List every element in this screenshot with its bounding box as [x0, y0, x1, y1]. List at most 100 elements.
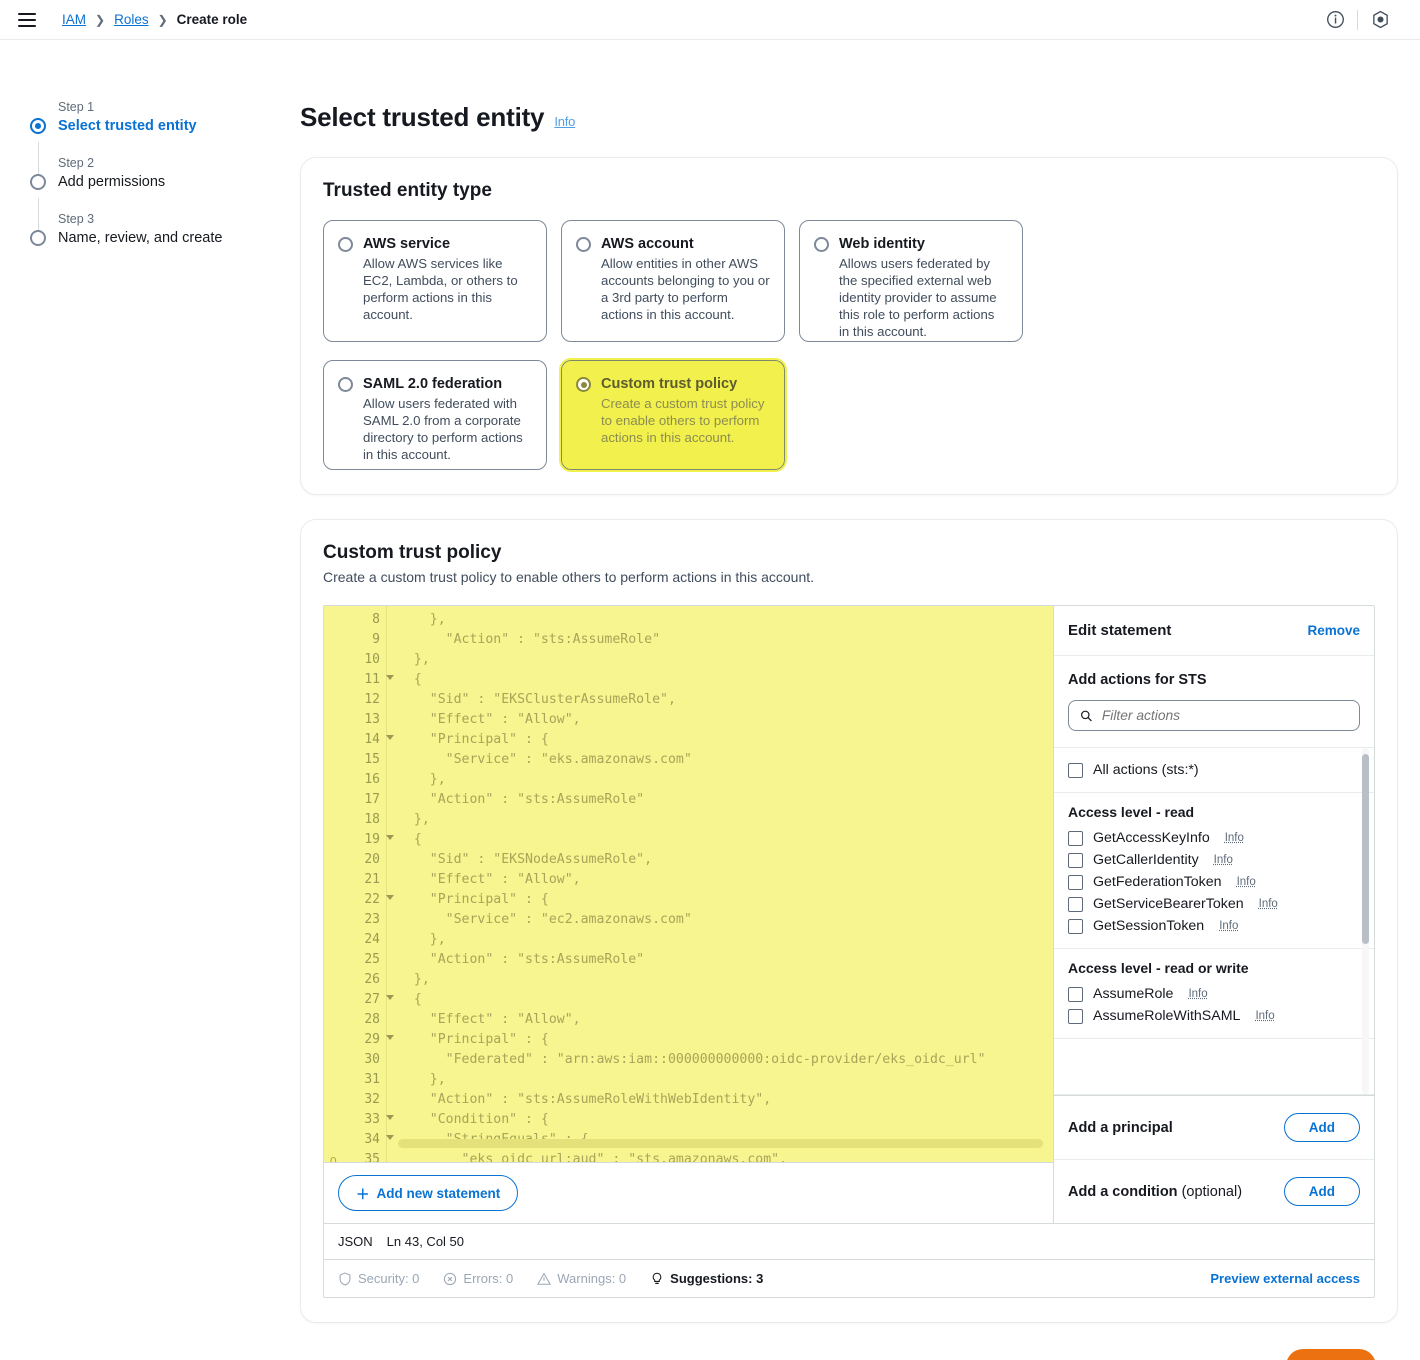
checkbox-row-assumerolewithsaml[interactable]: AssumeRoleWithSAML Info [1068, 1005, 1360, 1027]
editor-language: JSON [338, 1234, 373, 1249]
breadcrumb-item-iam[interactable]: IAM [62, 12, 86, 27]
step-radio-icon [30, 174, 46, 190]
checkbox-icon[interactable] [1068, 874, 1083, 890]
sidebar-step-2[interactable]: Step 2 Add permissions [22, 154, 300, 210]
step-label: Name, review, and create [58, 230, 223, 246]
fold-arrow-icon[interactable] [386, 895, 394, 900]
fold-arrow-icon[interactable] [386, 995, 394, 1000]
line-number: 19 [324, 830, 394, 850]
status-warnings[interactable]: Warnings: 0 [537, 1271, 626, 1286]
code-line: 17 "Action" : "sts:AssumeRole" [324, 790, 1053, 810]
radio-icon[interactable] [576, 237, 591, 252]
checkbox-row-getservicebearertoken[interactable]: GetServiceBearerToken Info [1068, 893, 1360, 915]
next-button[interactable]: Next [1285, 1349, 1376, 1360]
tile-custom-trust-policy[interactable]: Custom trust policy Create a custom trus… [559, 358, 787, 472]
code-line: 22 "Principal" : { [324, 890, 1053, 910]
actions-scrollbar-thumb[interactable] [1362, 754, 1369, 944]
info-circle-icon[interactable] [1313, 0, 1357, 40]
code-line-text: "Principal" : { [398, 892, 549, 907]
code-line-text: { [398, 672, 422, 687]
tile-aws-service[interactable]: AWS service Allow AWS services like EC2,… [323, 220, 547, 342]
checkbox-row-assumerole[interactable]: AssumeRole Info [1068, 983, 1360, 1005]
tile-title: AWS service [363, 236, 451, 252]
checkbox-row-all-actions[interactable]: All actions (sts:*) [1068, 759, 1360, 781]
tile-web-identity[interactable]: Web identity Allows users federated by t… [799, 220, 1023, 342]
policy-editor: 8 }, 9 "Action" : "sts:AssumeRole" 10 }, 11… [323, 605, 1375, 1298]
radio-icon[interactable] [814, 237, 829, 252]
code-line-text: "Effect" : "Allow", [398, 712, 581, 727]
checkbox-icon[interactable] [1068, 1008, 1083, 1024]
fold-arrow-icon[interactable] [386, 675, 394, 680]
info-link[interactable]: Info [1188, 988, 1207, 1000]
filter-actions-search[interactable] [1068, 700, 1360, 731]
add-principal-button[interactable]: Add [1283, 1113, 1360, 1142]
checkbox-row-getfederationtoken[interactable]: GetFederationToken Info [1068, 871, 1360, 893]
code-editor[interactable]: 8 }, 9 "Action" : "sts:AssumeRole" 10 }, 11… [324, 606, 1053, 1162]
info-link[interactable]: Info [1237, 876, 1256, 888]
code-line: 20 "Sid" : "EKSNodeAssumeRole", [324, 850, 1053, 870]
checkbox-row-getcalleridentity[interactable]: GetCallerIdentity Info [1068, 849, 1360, 871]
fold-arrow-icon[interactable] [386, 735, 394, 740]
checkbox-icon[interactable] [1068, 762, 1083, 778]
sidebar-step-3[interactable]: Step 3 Name, review, and create [22, 210, 300, 266]
add-new-statement-button[interactable]: ＋ Add new statement [338, 1175, 519, 1211]
step-radio-icon [30, 118, 46, 134]
breadcrumb-item-roles[interactable]: Roles [114, 12, 149, 27]
plus-icon: ＋ [356, 1187, 370, 1202]
line-number: 32 [364, 1092, 380, 1107]
trusted-entity-card: Trusted entity type AWS service Allow AW… [300, 157, 1398, 495]
checkbox-icon[interactable] [1068, 986, 1083, 1002]
editor-footer: ＋ Add new statement [324, 1162, 1053, 1223]
info-link[interactable]: Info [1219, 920, 1238, 932]
line-number: 9 [372, 632, 380, 647]
status-security[interactable]: Security: 0 [338, 1271, 419, 1286]
checkbox-icon[interactable] [1068, 830, 1083, 846]
radio-icon[interactable] [576, 377, 591, 392]
info-link[interactable]: Info [1214, 854, 1233, 866]
fold-arrow-icon[interactable] [386, 1035, 394, 1040]
info-link[interactable]: Info [1259, 898, 1278, 910]
code-editor-pane: 8 }, 9 "Action" : "sts:AssumeRole" 10 }, 11… [324, 606, 1054, 1223]
code-line-text: }, [398, 812, 430, 827]
settings-hex-icon[interactable] [1358, 0, 1402, 40]
checkbox-row-getaccesskeyinfo[interactable]: GetAccessKeyInfo Info [1068, 827, 1360, 849]
editor-horizontal-scrollbar[interactable] [398, 1139, 1043, 1148]
add-actions-label: Add actions for STS [1068, 672, 1207, 688]
checkbox-icon[interactable] [1068, 918, 1083, 934]
fold-arrow-icon[interactable] [386, 1115, 394, 1120]
warning-triangle-icon [537, 1272, 552, 1285]
sidebar-step-1[interactable]: Step 1 Select trusted entity [22, 98, 300, 154]
step-label: Select trusted entity [58, 118, 197, 134]
page-info-link[interactable]: Info [554, 114, 575, 129]
add-condition-optional: (optional) [1177, 1183, 1243, 1200]
info-link[interactable]: Info [1255, 1010, 1274, 1022]
info-link[interactable]: Info [1225, 832, 1244, 844]
search-input[interactable] [1101, 708, 1348, 723]
radio-icon[interactable] [338, 237, 353, 252]
tile-aws-account[interactable]: AWS account Allow entities in other AWS … [561, 220, 785, 342]
checkbox-row-getsessiontoken[interactable]: GetSessionToken Info [1068, 915, 1360, 937]
code-line: 31 }, [324, 1070, 1053, 1090]
fold-arrow-icon[interactable] [386, 835, 394, 840]
status-suggestions[interactable]: Suggestions: 3 [650, 1271, 763, 1286]
add-condition-label: Add a condition (optional) [1068, 1184, 1242, 1200]
suggestion-bulb-icon[interactable]: Ω [330, 1152, 337, 1162]
edit-statement-title: Edit statement [1068, 622, 1172, 639]
add-condition-button[interactable]: Add [1283, 1177, 1360, 1206]
actions-list[interactable]: All actions (sts:*) Access level - read … [1054, 748, 1374, 1095]
editor-status-line: JSON Ln 43, Col 50 [324, 1223, 1374, 1259]
preview-external-access-link[interactable]: Preview external access [1210, 1271, 1360, 1286]
code-line-text: "Effect" : "Allow", [398, 1012, 581, 1027]
radio-icon[interactable] [338, 377, 353, 392]
access-level-read-group: Access level - read GetAccessKeyInfo Inf… [1054, 793, 1374, 949]
custom-policy-heading: Custom trust policy [323, 542, 502, 563]
checkbox-icon[interactable] [1068, 896, 1083, 912]
tile-saml-federation[interactable]: SAML 2.0 federation Allow users federate… [323, 360, 547, 470]
checkbox-icon[interactable] [1068, 852, 1083, 868]
remove-statement-link[interactable]: Remove [1307, 623, 1360, 638]
hamburger-menu-icon[interactable] [18, 12, 36, 27]
page-title: Select trusted entity Info [300, 102, 1398, 133]
search-icon [1081, 710, 1092, 721]
status-errors[interactable]: Errors: 0 [443, 1271, 513, 1286]
fold-arrow-icon[interactable] [386, 1135, 394, 1140]
